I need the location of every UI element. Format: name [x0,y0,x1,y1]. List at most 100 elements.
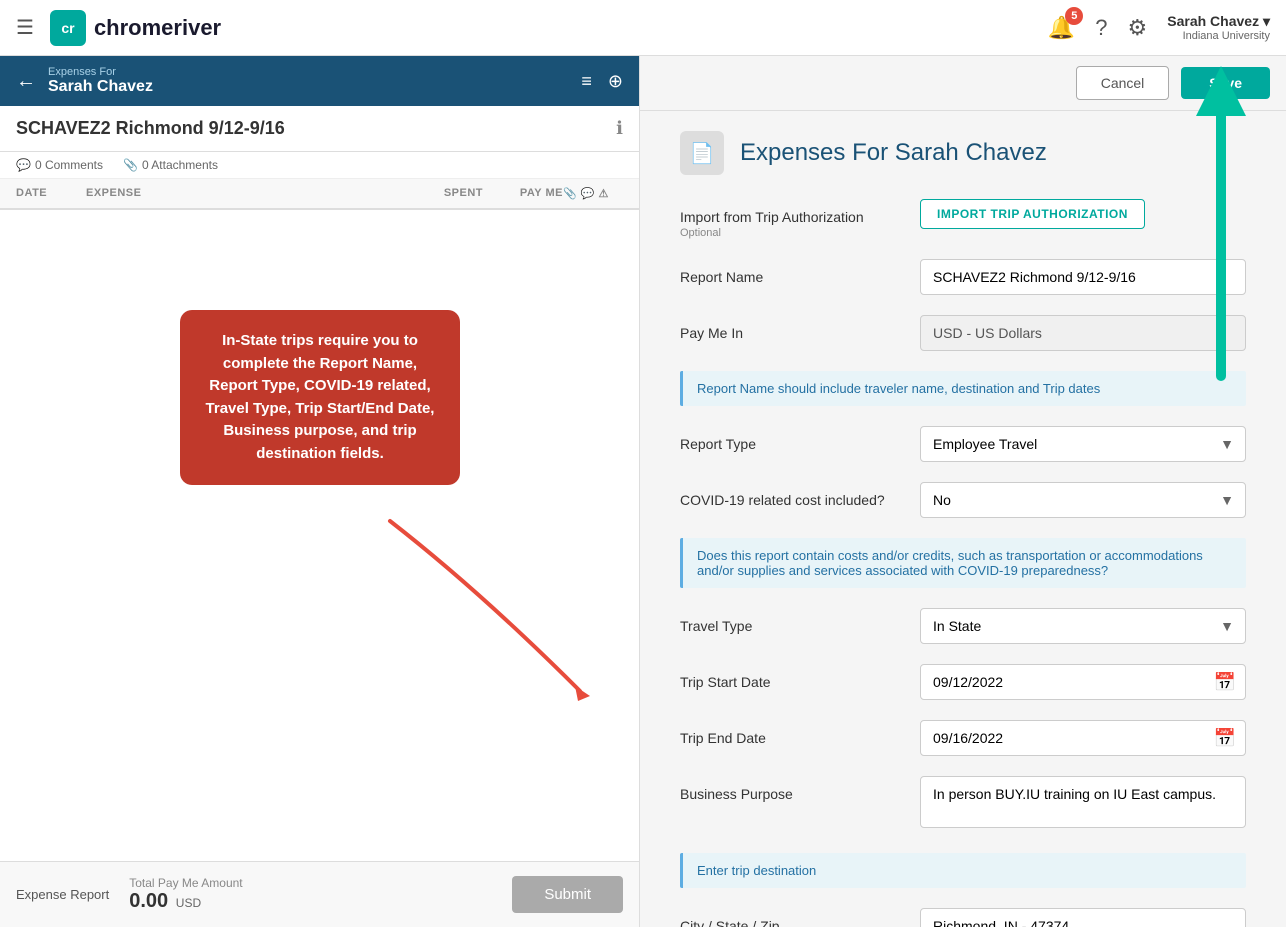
notification-bell[interactable]: 🔔 5 [1048,15,1075,41]
covid-select[interactable]: No Yes [920,482,1246,518]
comment-icon: 💬 [16,158,31,172]
destination-banner: Enter trip destination [680,853,1246,888]
trip-start-row: Trip Start Date 📅 [680,664,1246,700]
city-state-zip-input[interactable] [920,908,1246,927]
travel-type-label: Travel Type [680,608,900,634]
meta-bar: 💬 0 Comments 📎 0 Attachments [0,152,639,179]
trip-start-wrapper: 📅 [920,664,1246,700]
tooltip-balloon: In-State trips require you to complete t… [180,310,460,485]
header-actions: ≡ ⊕ [581,71,623,92]
report-name-input[interactable] [920,259,1246,295]
city-state-zip-row: City / State / Zip [680,908,1246,927]
form-icon: 📄 [680,131,724,175]
form-title-row: 📄 Expenses For Sarah Chavez [680,131,1246,175]
trip-start-calendar-icon[interactable]: 📅 [1214,672,1236,693]
report-type-select[interactable]: Employee Travel Non-Employee Travel Othe… [920,426,1246,462]
col-spent: SPENT [393,187,483,200]
app-name: chromeriver [94,15,221,41]
submit-button[interactable]: Submit [512,876,623,913]
comments-meta: 💬 0 Comments [16,158,103,172]
col-payme: PAY ME [483,187,563,200]
footer-report-label: Expense Report [16,887,109,902]
business-purpose-control: In person BUY.IU training on IU East cam… [920,776,1246,833]
header-subtitle: Expenses For [48,66,569,78]
covid-control: No Yes ▼ [920,482,1246,518]
comments-count: 0 Comments [35,158,103,172]
report-name-row: Report Name [680,259,1246,295]
business-purpose-label: Business Purpose [680,776,900,802]
attachments-meta: 📎 0 Attachments [123,158,218,172]
report-name-control [920,259,1246,295]
attachment-icon: 📎 [123,158,138,172]
back-button[interactable]: ← [16,70,36,93]
pay-me-input [920,315,1246,351]
report-title: SCHAVEZ2 Richmond 9/12-9/16 [16,118,608,139]
table-header: DATE EXPENSE SPENT PAY ME 📎 💬 ⚠ [0,179,639,210]
pay-me-row: Pay Me In [680,315,1246,351]
city-state-zip-control [920,908,1246,927]
report-name-label: Report Name [680,259,900,285]
header-title: Expenses For Sarah Chavez [48,66,569,96]
footer-amount-label: Total Pay Me Amount [129,876,242,890]
logo-icon: cr [50,10,86,46]
right-header: Cancel Save [640,56,1286,111]
settings-icon[interactable]: ⚙ [1128,15,1148,41]
left-header: ← Expenses For Sarah Chavez ≡ ⊕ [0,56,639,106]
trip-start-control: 📅 [920,664,1246,700]
app-logo: cr chromeriver [50,10,221,46]
cancel-button[interactable]: Cancel [1076,66,1170,100]
report-type-control: Employee Travel Non-Employee Travel Othe… [920,426,1246,462]
user-menu[interactable]: Sarah Chavez ▾ Indiana University [1167,13,1270,42]
business-purpose-input[interactable]: In person BUY.IU training on IU East cam… [920,776,1246,828]
travel-type-row: Travel Type In State Out of State Intern… [680,608,1246,644]
report-type-row: Report Type Employee Travel Non-Employee… [680,426,1246,462]
travel-type-wrapper: In State Out of State International ▼ [920,608,1246,644]
info-banner-1: Report Name should include traveler name… [680,371,1246,406]
form-title: Expenses For Sarah Chavez [740,139,1047,167]
col-date: DATE [16,187,86,200]
import-control: IMPORT TRIP AUTHORIZATION [920,199,1246,229]
user-org: Indiana University [1183,30,1270,42]
business-purpose-row: Business Purpose In person BUY.IU traini… [680,776,1246,833]
top-navigation: ☰ cr chromeriver 🔔 5 ? ⚙ Sarah Chavez ▾ … [0,0,1286,56]
form-container: 📄 Expenses For Sarah Chavez Import from … [640,111,1286,927]
covid-row: COVID-19 related cost included? No Yes ▼ [680,482,1246,518]
nav-icons: 🔔 5 ? ⚙ Sarah Chavez ▾ Indiana Universit… [1048,13,1270,42]
report-title-bar: SCHAVEZ2 Richmond 9/12-9/16 ℹ [0,106,639,152]
notification-count: 5 [1065,7,1083,25]
filter-icon[interactable]: ≡ [581,71,592,92]
travel-type-select[interactable]: In State Out of State International [920,608,1246,644]
pay-me-control [920,315,1246,351]
footer-amount-section: Total Pay Me Amount 0.00 USD [129,876,242,913]
col-expense: EXPENSE [86,187,393,200]
right-panel: Cancel Save 📄 Expenses For Sarah Chavez … [640,56,1286,927]
covid-label: COVID-19 related cost included? [680,482,900,508]
trip-end-calendar-icon[interactable]: 📅 [1214,728,1236,749]
import-label: Import from Trip Authorization Optional [680,199,900,239]
covid-wrapper: No Yes ▼ [920,482,1246,518]
hamburger-menu[interactable]: ☰ [16,15,34,40]
city-state-zip-label: City / State / Zip [680,908,900,927]
left-footer: Expense Report Total Pay Me Amount 0.00 … [0,861,639,927]
save-button[interactable]: Save [1181,67,1270,99]
help-icon[interactable]: ? [1095,15,1107,41]
info-icon[interactable]: ℹ [616,118,623,139]
main-area: ← Expenses For Sarah Chavez ≡ ⊕ SCHAVEZ2… [0,56,1286,927]
tooltip-text: In-State trips require you to complete t… [206,332,435,462]
add-expense-icon[interactable]: ⊕ [608,71,623,92]
trip-end-input[interactable] [920,720,1246,756]
attachments-count: 0 Attachments [142,158,218,172]
info-banner-2: Does this report contain costs and/or cr… [680,538,1246,588]
trip-end-control: 📅 [920,720,1246,756]
trip-start-input[interactable] [920,664,1246,700]
pay-me-label: Pay Me In [680,315,900,341]
import-trip-authorization-button[interactable]: IMPORT TRIP AUTHORIZATION [920,199,1145,229]
footer-amount: 0.00 USD [129,890,242,913]
import-row: Import from Trip Authorization Optional … [680,199,1246,239]
report-type-label: Report Type [680,426,900,452]
trip-start-label: Trip Start Date [680,664,900,690]
amount-value: 0.00 [129,890,168,912]
amount-currency: USD [176,896,201,910]
travel-type-control: In State Out of State International ▼ [920,608,1246,644]
user-name: Sarah Chavez ▾ [1167,13,1270,30]
